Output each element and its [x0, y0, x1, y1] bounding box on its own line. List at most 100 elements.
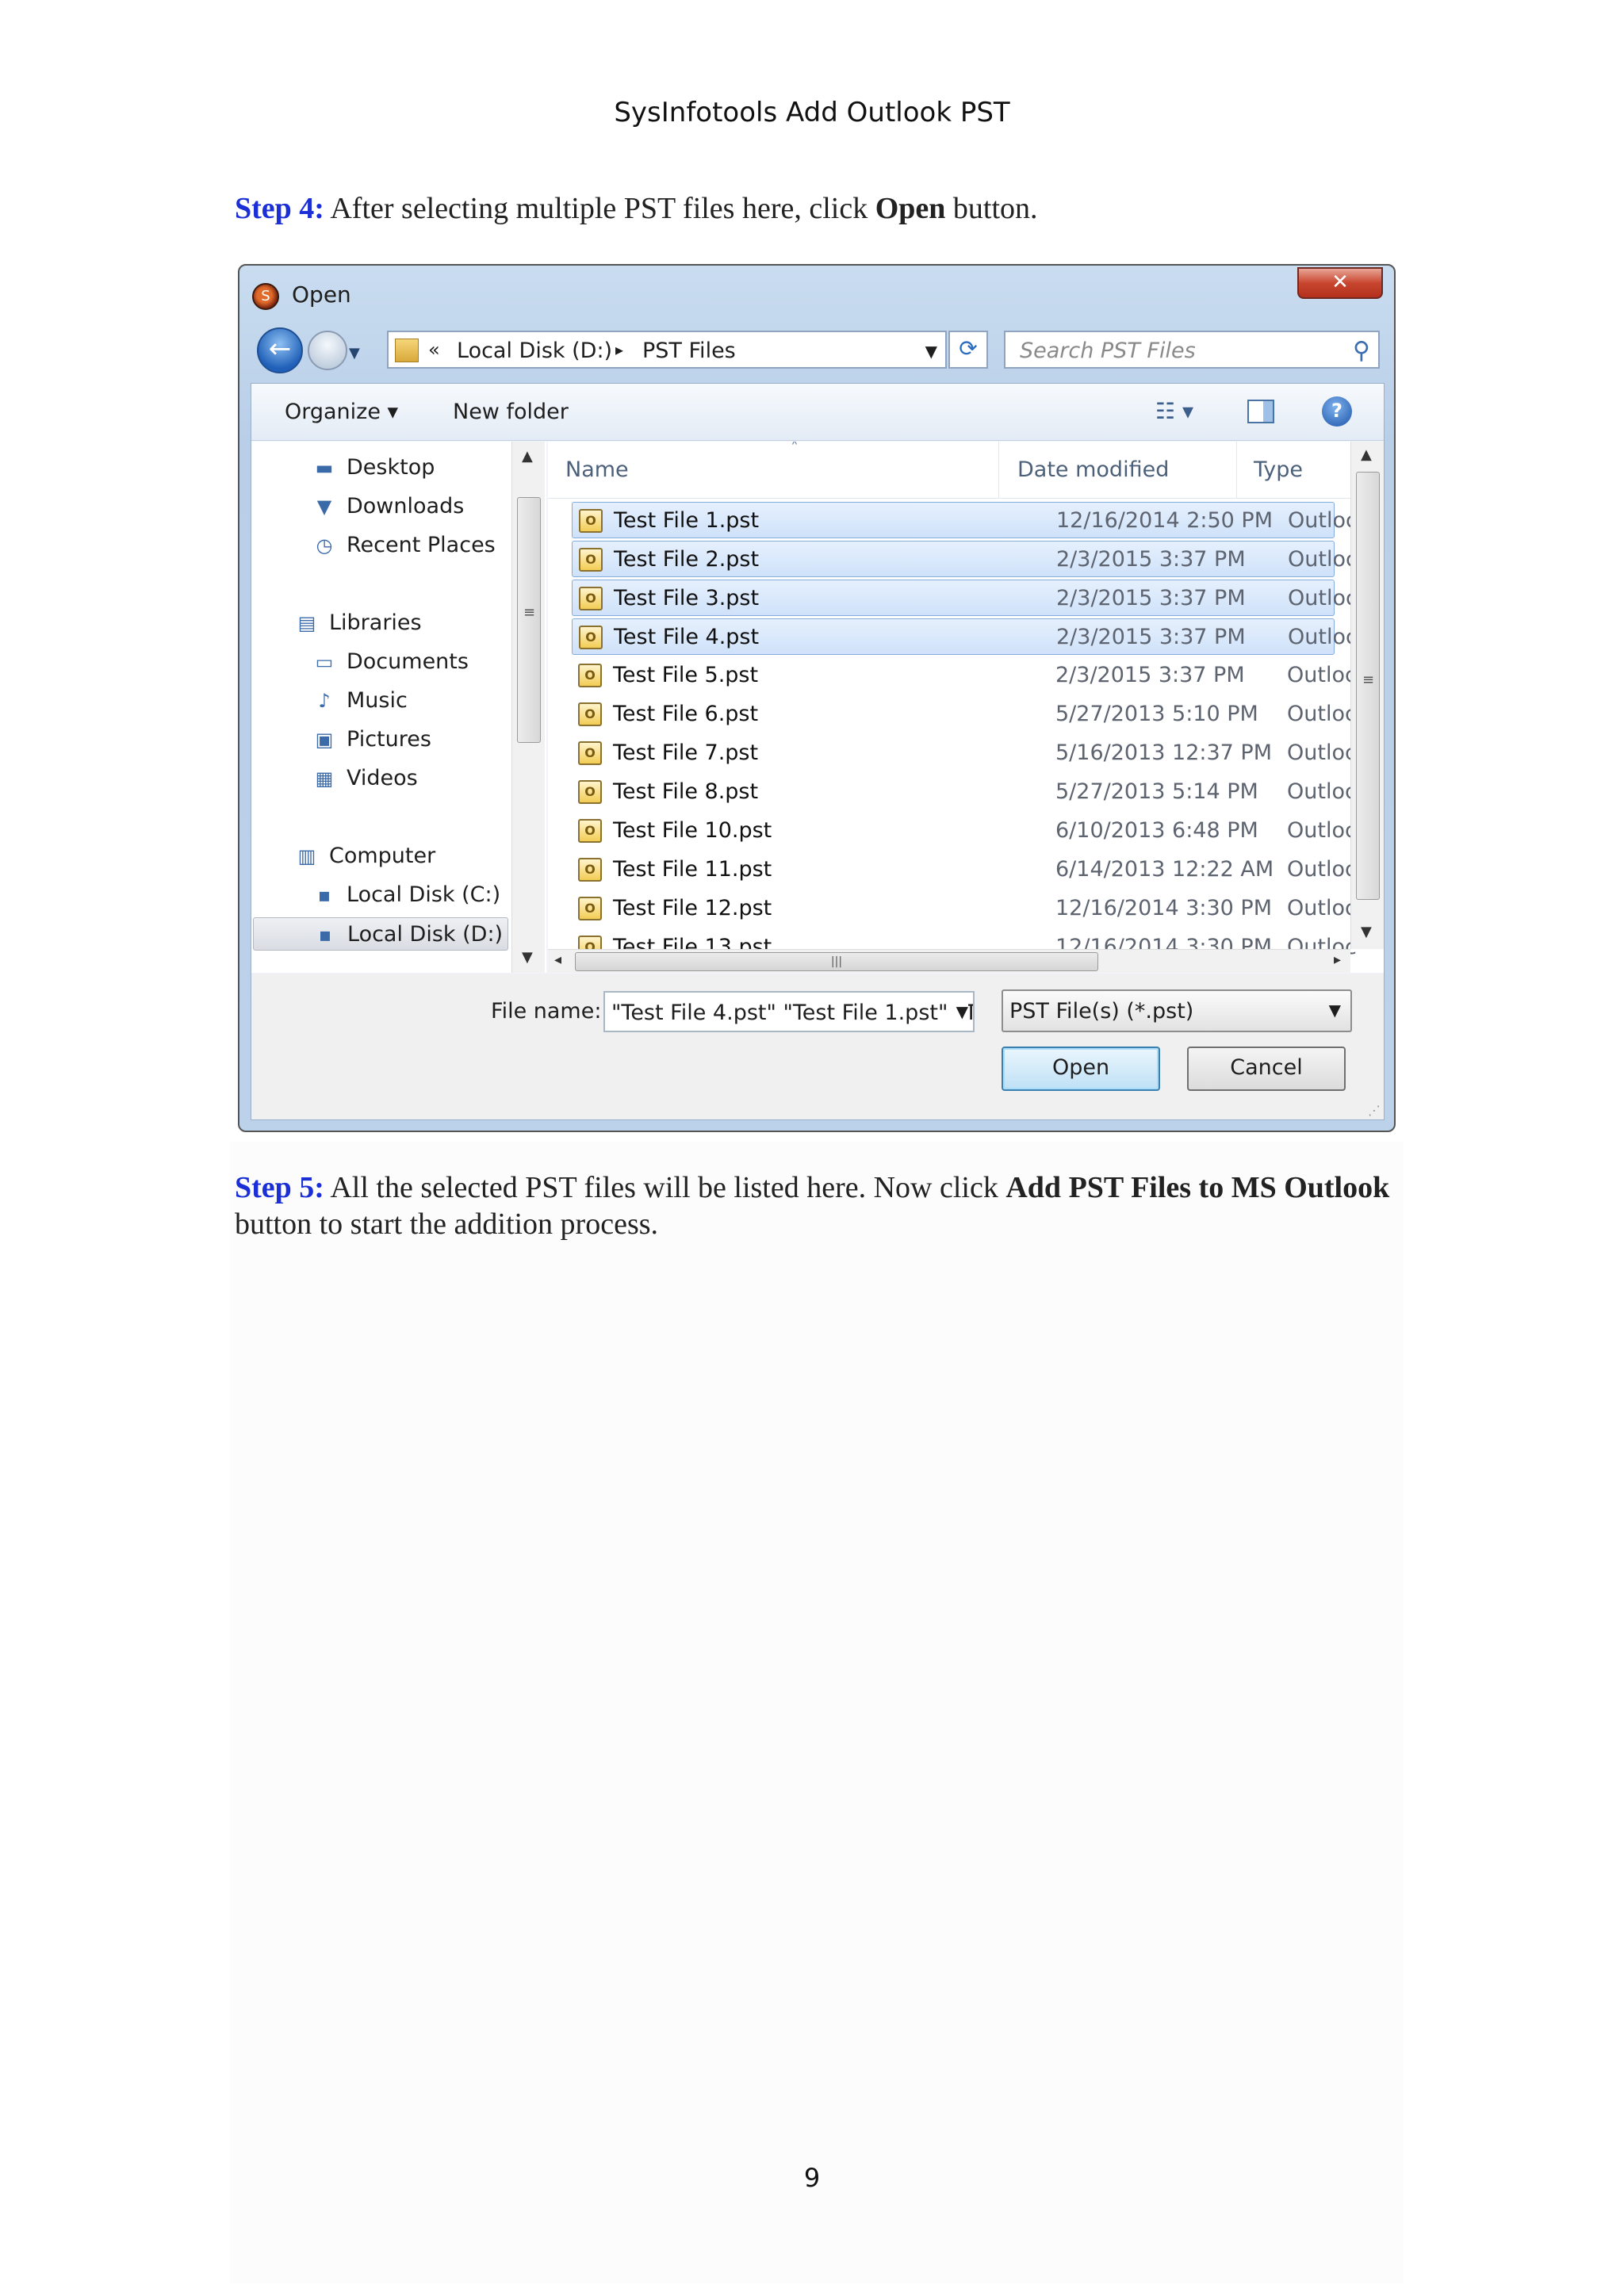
search-icon[interactable]: ⚲: [1353, 337, 1370, 365]
file-date: 2/3/2015 3:37 PM: [1056, 586, 1246, 610]
file-row[interactable]: O Test File 12.pst 12/16/2014 3:30 PM Outlo…: [572, 890, 1357, 927]
address-bar[interactable]: « Local Disk (D:) ▸ PST Files ▼: [387, 331, 947, 369]
preview-pane-icon[interactable]: [1247, 400, 1274, 423]
chevron-down-icon[interactable]: ▼: [1329, 1001, 1341, 1020]
pst-file-icon: O: [578, 897, 602, 920]
nav-item[interactable]: ▪ Local Disk (D:): [253, 917, 508, 951]
close-button[interactable]: ✕: [1297, 267, 1383, 299]
nav-item[interactable]: ▼ Downloads: [301, 490, 465, 523]
nav-item-label: Recent Places: [347, 533, 496, 557]
breadcrumb-arrow-icon[interactable]: ▸: [615, 340, 623, 359]
nav-item-label: Libraries: [329, 610, 422, 635]
file-row[interactable]: O Test File 4.pst 2/3/2015 3:37 PM Outloc: [572, 618, 1358, 655]
search-input[interactable]: Search PST Files ⚲: [1004, 331, 1380, 369]
nav-scrollbar[interactable]: ▲ ≡ ▼: [511, 442, 545, 973]
file-row[interactable]: O Test File 8.pst 5/27/2013 5:14 PM Outloc: [572, 774, 1357, 810]
nav-item-label: Videos: [347, 766, 418, 790]
nav-item-label: Music: [347, 688, 408, 713]
column-date-modified[interactable]: Date modified: [1017, 457, 1169, 482]
column-divider[interactable]: [998, 442, 999, 499]
breadcrumb-local-disk-d[interactable]: Local Disk (D:): [457, 339, 612, 363]
dialog-body: Organize ▾ New folder ☷ ▾ ? ▬ Desktop ▼ Dow…: [251, 383, 1385, 1120]
refresh-button[interactable]: ⟳: [948, 331, 988, 369]
file-row[interactable]: O Test File 6.pst 5/27/2013 5:10 PM Outloc: [572, 696, 1357, 733]
libraries-icon: ▤: [297, 612, 316, 634]
file-list-scrollbar[interactable]: ▲ ≡ ▼: [1350, 442, 1384, 949]
pst-file-icon: O: [578, 780, 602, 804]
column-divider[interactable]: [1236, 442, 1237, 499]
forward-button[interactable]: [308, 331, 347, 370]
scroll-down-icon[interactable]: ▼: [522, 949, 533, 966]
file-row[interactable]: O Test File 5.pst 2/3/2015 3:37 PM Outloc: [572, 657, 1357, 694]
file-type: Outloc: [1288, 547, 1358, 572]
scroll-right-icon[interactable]: ▸: [1334, 951, 1341, 968]
nav-item[interactable]: ◷ Recent Places: [301, 529, 496, 562]
file-name-label: File name:: [491, 999, 602, 1024]
nav-item[interactable]: ▬ Desktop: [301, 451, 435, 484]
new-folder-button[interactable]: New folder: [453, 400, 569, 424]
column-name[interactable]: Name: [565, 457, 629, 482]
scroll-grip-icon: ≡: [1362, 672, 1375, 688]
file-name: Test File 3.pst: [614, 586, 760, 610]
cancel-button[interactable]: Cancel: [1187, 1047, 1346, 1091]
organize-button[interactable]: Organize ▾: [285, 400, 398, 424]
file-row[interactable]: O Test File 1.pst 12/16/2014 2:50 PM Outloc: [572, 502, 1358, 538]
nav-item[interactable]: ▥ Computer: [283, 840, 436, 873]
back-button[interactable]: ←: [257, 327, 303, 373]
scroll-up-icon[interactable]: ▲: [522, 448, 533, 465]
step-5-label: Step 5:: [235, 1171, 324, 1204]
scroll-left-icon[interactable]: ◂: [554, 951, 561, 968]
nav-item[interactable]: ▭ Documents: [301, 645, 469, 679]
step-4-text-a: After selecting multiple PST files here,…: [324, 192, 875, 225]
column-type[interactable]: Type: [1254, 457, 1303, 482]
open-button[interactable]: Open: [1002, 1047, 1160, 1091]
nav-item[interactable]: ▦ Videos: [301, 762, 418, 795]
downloads-icon: ▼: [316, 496, 332, 518]
file-date: 6/10/2013 6:48 PM: [1055, 818, 1258, 843]
file-row[interactable]: O Test File 3.pst 2/3/2015 3:37 PM Outloc: [572, 580, 1358, 616]
nav-item[interactable]: ▤ Libraries: [283, 607, 422, 640]
file-row[interactable]: O Test File 2.pst 2/3/2015 3:37 PM Outloc: [572, 541, 1358, 577]
nav-item[interactable]: ▪ Local Disk (C:): [301, 878, 500, 912]
scroll-down-icon[interactable]: ▼: [1361, 924, 1372, 940]
file-name: Test File 6.pst: [613, 702, 759, 726]
pst-file-icon: O: [578, 819, 602, 843]
address-dropdown-icon[interactable]: ▼: [925, 342, 937, 361]
scroll-up-icon[interactable]: ▲: [1361, 446, 1372, 463]
chevron-down-icon[interactable]: ▼: [951, 1002, 968, 1021]
file-row[interactable]: O Test File 11.pst 6/14/2013 12:22 AM Outlo…: [572, 851, 1357, 888]
horizontal-scrollbar[interactable]: ◂ ||| ▸: [548, 949, 1350, 973]
file-date: 2/3/2015 3:37 PM: [1056, 625, 1246, 649]
dialog-footer: File name: "Test File 4.pst" "Test File …: [251, 974, 1384, 1119]
file-date: 6/14/2013 12:22 AM: [1055, 857, 1274, 882]
file-name: Test File 7.pst: [613, 740, 759, 765]
nav-item[interactable]: ♪ Music: [301, 684, 408, 718]
nav-item[interactable]: ▣ Pictures: [301, 723, 431, 756]
step-4-text-b: button.: [945, 192, 1038, 225]
resize-grip-icon[interactable]: ⋰: [1368, 1103, 1381, 1118]
app-logo-icon: S: [252, 283, 279, 310]
file-type-select[interactable]: PST File(s) (*.pst) ▼: [1002, 989, 1352, 1032]
change-view-icon[interactable]: ☷ ▾: [1155, 398, 1193, 424]
file-date: 5/27/2013 5:14 PM: [1055, 779, 1258, 804]
nav-item-label: Documents: [347, 649, 469, 674]
file-name: Test File 10.pst: [613, 818, 772, 843]
file-type: Outloc: [1287, 896, 1357, 920]
file-name: Test File 4.pst: [614, 625, 760, 649]
pst-file-icon: O: [578, 664, 602, 687]
file-type: Outloc: [1287, 857, 1357, 882]
dialog-title: Open: [292, 281, 351, 308]
recent-locations-dropdown[interactable]: ▼: [349, 345, 360, 362]
file-row[interactable]: O Test File 7.pst 5/16/2013 12:37 PM Outloc: [572, 735, 1357, 771]
file-type: Outloc: [1288, 586, 1358, 610]
page-number: 9: [803, 2163, 821, 2193]
breadcrumb-pst-files[interactable]: PST Files: [642, 339, 736, 363]
help-icon[interactable]: ?: [1322, 396, 1352, 427]
nav-item-label: Desktop: [347, 455, 435, 480]
address-overflow-chevron[interactable]: «: [428, 339, 440, 361]
file-name-field[interactable]: "Test File 4.pst" "Test File 1.pst" "T ▼: [603, 991, 975, 1032]
pst-file-icon: O: [578, 702, 602, 726]
file-name: Test File 1.pst: [614, 508, 760, 533]
file-row[interactable]: O Test File 10.pst 6/10/2013 6:48 PM Outloc: [572, 813, 1357, 849]
scrollbar-thumb[interactable]: |||: [575, 952, 1098, 971]
